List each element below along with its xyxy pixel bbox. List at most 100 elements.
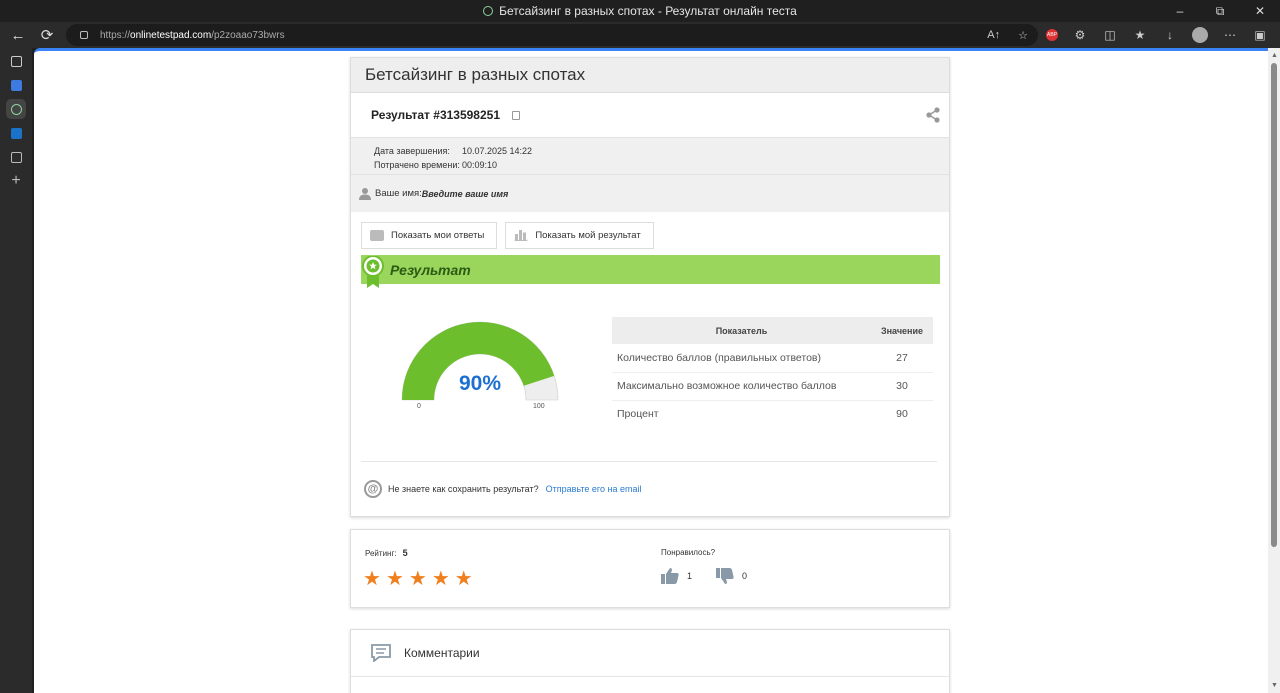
comments-title: Комментарии [404,646,480,660]
refresh-icon[interactable]: ⟳ [33,22,61,48]
table-row: Количество баллов (правильных ответов) 27 [612,344,933,373]
show-result-button[interactable]: Показать мой результат [505,222,654,249]
browser-sidebar: + [0,48,32,693]
show-answers-button[interactable]: Показать мои ответы [361,222,498,249]
rating-value: 5 [402,548,408,558]
tabs-icon[interactable] [0,49,32,73]
save-question: Не знаете как сохранить результат? [388,484,539,494]
gauge-min-label: 0 [417,403,421,410]
window-titlebar: Бетсайзинг в разных спотах - Результат о… [0,0,1280,22]
completed-label: Дата завершения: [374,146,450,156]
comments-card: Комментарии [350,629,950,693]
window-title-text: Бетсайзинг в разных спотах - Результат о… [499,4,797,18]
page-viewport: Бетсайзинг в разных спотах Результат #31… [34,48,1268,693]
column-header-indicator: Показатель [612,317,871,344]
star-icon[interactable]: ★ [409,566,427,591]
more-menu-icon[interactable]: ⋯ [1222,27,1238,43]
browser-toolbar: ← ⟳ https://onlinetestpad.com/p2zoaao73b… [0,22,1280,48]
downloads-icon[interactable]: ↓ [1162,27,1178,43]
back-icon[interactable]: ← [4,22,32,48]
url-host: onlinetestpad.com [130,29,212,41]
table-row: Процент 90 [612,400,933,428]
minimize-icon[interactable]: – [1160,0,1200,22]
lock-icon [80,31,88,39]
url-prefix: https:// [100,29,131,41]
extension-puzzle-icon[interactable]: ⚙ [1072,27,1088,43]
comment-bubble-icon [371,644,391,662]
show-answers-label: Показать мои ответы [391,230,485,241]
rating-stars[interactable]: ★ ★ ★ ★ ★ [363,566,473,591]
star-icon[interactable]: ★ [386,566,404,591]
votes-row: 1 0 [661,568,747,584]
address-bar[interactable]: https://onlinetestpad.com/p2zoaao73bwrs … [66,24,1038,46]
show-result-label: Показать мой результат [535,230,641,241]
scrollbar-thumb[interactable] [1271,63,1277,547]
action-buttons: Показать мои ответы Показать мой результ… [351,212,949,249]
page-scrollbar[interactable]: ▲ ▼ [1268,48,1280,693]
user-name-row: Ваше имя: Введите ваше имя [351,175,949,212]
table-header-row: Показатель Значение [612,317,933,344]
send-email-link[interactable]: Отправьте его на email [546,484,642,494]
scroll-up-icon[interactable]: ▲ [1271,52,1278,59]
favorites-icon[interactable]: ★ [1132,27,1148,43]
user-name-label: Ваше имя: [375,188,422,199]
notes-icon[interactable] [0,73,32,97]
table-row: Максимально возможное количество баллов 3… [612,372,933,401]
column-header-value: Значение [871,317,933,344]
rating-label-row: Рейтинг: 5 [365,548,408,558]
rating-card: Рейтинг: 5 ★ ★ ★ ★ ★ Понравилось? 1 0 [350,529,950,608]
completed-value: 10.07.2025 14:22 [462,146,533,156]
result-banner-title: Результат [390,261,471,278]
email-at-icon: @ [364,480,382,498]
comments-header: Комментарии [351,630,949,677]
favorite-star-icon[interactable]: ☆ [1018,29,1028,42]
url-path: /p2zoaao73bwrs [211,29,285,41]
time-value: 00:09:10 [462,160,498,170]
copilot-icon[interactable] [0,97,32,121]
site-favicon-icon [483,6,494,16]
rating-label: Рейтинг: [365,549,397,558]
table-cell-key: Количество баллов (правильных ответов) [612,344,871,373]
save-result-row: @ Не знаете как сохранить результат? Отп… [361,461,937,498]
scroll-down-icon[interactable]: ▼ [1271,682,1278,689]
split-screen-icon[interactable]: ◫ [1102,27,1118,43]
table-cell-value: 27 [871,344,933,373]
thumbs-up-icon[interactable] [661,568,679,584]
star-icon[interactable]: ★ [432,566,450,591]
result-card: Бетсайзинг в разных спотах Результат #31… [350,57,950,517]
result-title: Результат #313598251 [371,108,501,122]
result-meta: Дата завершения: 10.07.2025 14:22 Потраче… [351,138,949,175]
award-badge-icon [362,255,384,288]
table-cell-value: 30 [871,372,933,401]
thumbs-down-icon[interactable] [716,568,734,584]
window-title: Бетсайзинг в разных спотах - Результат о… [483,4,797,18]
star-icon[interactable]: ★ [363,566,381,591]
score-gauge: 90% 0 100 [401,320,561,420]
gauge-max-label: 100 [533,403,545,410]
window-controls: – ⧉ ✕ [1160,0,1280,22]
restore-icon[interactable]: ⧉ [1200,0,1240,22]
close-icon[interactable]: ✕ [1240,0,1280,22]
copy-icon[interactable] [512,110,521,120]
extensions-area: ABP ⚙ ◫ ★ ↓ ⋯ ▣ [1046,22,1268,48]
sidebar-toggle-icon[interactable]: ▣ [1252,27,1268,43]
table-cell-value: 90 [896,408,908,421]
result-table: Показатель Значение Количество баллов (п… [612,317,933,428]
test-title: Бетсайзинг в разных спотах [351,58,949,93]
outlook-icon[interactable] [0,121,32,145]
adblock-icon[interactable]: ABP [1046,29,1058,41]
user-name-input[interactable]: Введите ваше имя [422,189,509,199]
time-label: Потрачено времени: [374,160,460,170]
gauge-value: 90% [458,372,502,395]
result-header: Результат #313598251 [351,93,949,138]
profile-avatar[interactable] [1192,27,1208,43]
share-icon[interactable] [925,107,941,123]
table-cell-key: Процент [617,408,659,421]
liked-label: Понравилось? [661,548,716,557]
wallet-icon[interactable] [0,145,32,169]
chart-bars-icon [514,230,529,241]
add-icon[interactable]: + [0,169,32,193]
read-aloud-icon[interactable]: A↑ [987,29,1000,41]
result-banner: Результат [361,255,940,288]
star-icon[interactable]: ★ [455,566,473,591]
